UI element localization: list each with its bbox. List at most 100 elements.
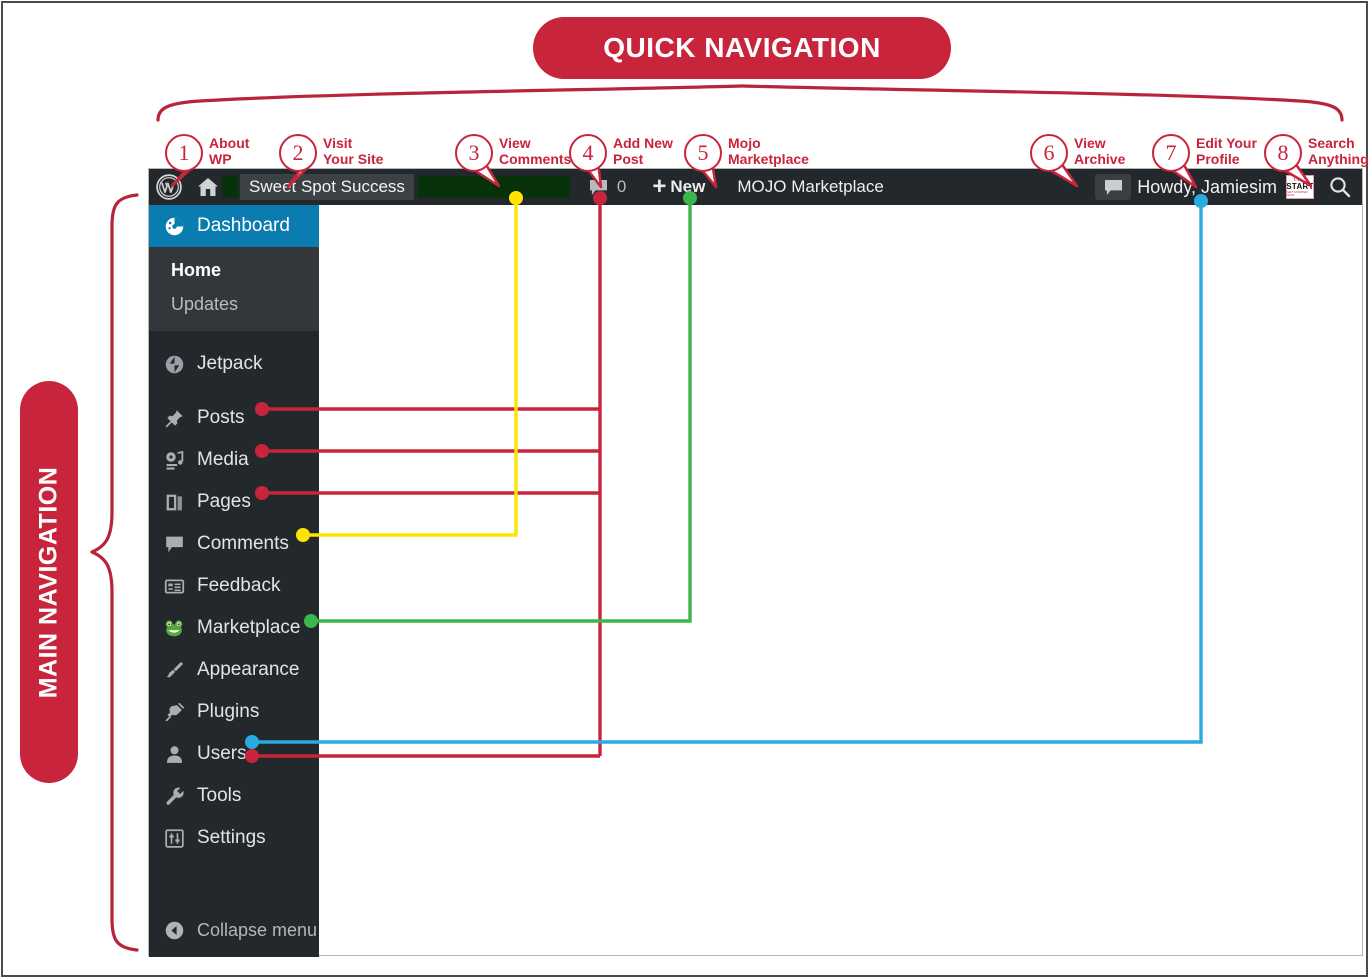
collapse-arrow-icon <box>161 920 187 941</box>
user-icon <box>161 744 187 765</box>
submenu-item-label: Home <box>171 259 222 280</box>
callout-5-mojo-marketplace[interactable]: 5 Mojo Marketplace <box>684 134 809 172</box>
callout-label-line1: View <box>499 135 531 151</box>
sidebar-item-media[interactable]: Media <box>149 439 319 481</box>
callout-4-add-new-post[interactable]: 4 Add New Post <box>569 134 673 172</box>
search-icon[interactable] <box>1328 175 1352 199</box>
callout-label-line1: View <box>1074 135 1106 151</box>
callout-number: 4 <box>569 134 607 172</box>
sidebar-item-appearance[interactable]: Appearance <box>149 649 319 691</box>
new-label: New <box>670 177 706 196</box>
view-comments-button[interactable]: 0 <box>582 169 633 205</box>
callout-label-line1: Add New <box>613 135 673 151</box>
media-icon <box>161 450 187 471</box>
callout-8-search-anything[interactable]: 8 Search Anything <box>1264 134 1369 172</box>
callout-label: Visit Your Site <box>323 135 384 167</box>
sidebar-item-jetpack[interactable]: Jetpack <box>149 343 319 385</box>
callout-1-about-wp[interactable]: 1 About WP <box>165 134 249 172</box>
sidebar-item-dashboard[interactable]: Dashboard <box>149 205 319 247</box>
callout-label-line1: About <box>209 135 250 151</box>
submenu-item-updates[interactable]: Updates <box>149 287 319 321</box>
mojo-marketplace-label: MOJO Marketplace <box>737 177 884 196</box>
click-start-logo-icon[interactable]: Click START GET STARTED NOW <box>1286 175 1314 199</box>
sidebar-item-label: Plugins <box>197 701 260 722</box>
comments-count: 0 <box>616 177 627 196</box>
callout-label: View Comments <box>499 135 571 167</box>
sidebar-item-label: Feedback <box>197 575 281 596</box>
main-navigation-sidebar: Dashboard Home Updates Jetpack Posts Med… <box>149 205 319 957</box>
visit-site-button[interactable] <box>189 169 222 205</box>
callout-label: Add New Post <box>613 135 673 167</box>
sidebar-item-posts[interactable]: Posts <box>149 397 319 439</box>
sidebar-item-label: Posts <box>197 407 245 428</box>
sidebar-item-label: Dashboard <box>197 215 290 236</box>
callout-label: Search Anything <box>1308 135 1369 167</box>
paintbrush-icon <box>161 660 187 681</box>
sidebar-item-settings[interactable]: Settings <box>149 817 319 859</box>
feedback-icon <box>161 576 187 597</box>
start-logo-line3: GET STARTED NOW <box>1287 190 1308 197</box>
quick-navigation-label: QUICK NAVIGATION <box>603 32 881 63</box>
pages-icon <box>161 492 187 513</box>
callout-3-view-comments[interactable]: 3 View Comments <box>455 134 571 172</box>
sidebar-item-label: Tools <box>197 785 242 806</box>
callout-2-visit-your-site[interactable]: 2 Visit Your Site <box>279 134 383 172</box>
wordpress-admin-frame: Sweet Spot Success 0 + New MOJO Marketpl… <box>148 168 1363 957</box>
callout-label-line1: Search <box>1308 135 1355 151</box>
main-navigation-label: MAIN NAVIGATION <box>34 466 63 698</box>
dashboard-submenu: Home Updates <box>149 247 319 331</box>
mojo-marketplace-button[interactable]: MOJO Marketplace <box>730 169 890 205</box>
mojo-frog-icon <box>161 617 187 639</box>
sidebar-item-users[interactable]: Users <box>149 733 319 775</box>
view-archive-button[interactable] <box>1095 174 1132 200</box>
admin-bar: Sweet Spot Success 0 + New MOJO Marketpl… <box>149 169 1362 205</box>
sidebar-item-tools[interactable]: Tools <box>149 775 319 817</box>
callout-number: 5 <box>684 134 722 172</box>
sidebar-item-plugins[interactable]: Plugins <box>149 691 319 733</box>
comment-bubble-icon <box>161 534 187 555</box>
main-navigation-banner: MAIN NAVIGATION <box>20 381 78 783</box>
add-new-post-button[interactable]: + New <box>645 169 712 205</box>
callout-number: 1 <box>165 134 203 172</box>
archive-bubble-icon <box>1104 179 1123 196</box>
callout-label-line2: Your Site <box>323 150 384 167</box>
callout-label: Edit Your Profile <box>1196 135 1257 167</box>
wordpress-logo-icon <box>156 174 182 200</box>
callout-label-line2: Post <box>613 150 644 167</box>
sidebar-item-label: Settings <box>197 827 266 848</box>
callout-label-line2: Anything <box>1308 150 1369 167</box>
callout-label-line2: Marketplace <box>728 150 809 167</box>
wrench-icon <box>161 786 187 807</box>
callout-label-line2: WP <box>209 150 232 167</box>
callout-label-line2: Profile <box>1196 150 1240 167</box>
callout-label: View Archive <box>1074 135 1126 167</box>
site-name-label[interactable]: Sweet Spot Success <box>240 174 414 200</box>
callout-label-line1: Visit <box>323 135 353 151</box>
sliders-icon <box>161 828 187 849</box>
callout-6-view-archive[interactable]: 6 View Archive <box>1030 134 1125 172</box>
quick-navigation-banner: QUICK NAVIGATION <box>533 17 951 79</box>
sidebar-item-feedback[interactable]: Feedback <box>149 565 319 607</box>
callout-label: About WP <box>209 135 250 167</box>
collapse-menu-button[interactable]: Collapse menu <box>149 911 319 949</box>
sidebar-item-comments[interactable]: Comments <box>149 523 319 565</box>
site-green-bar <box>417 176 570 198</box>
sidebar-item-label: Media <box>197 449 249 470</box>
about-wp-button[interactable] <box>149 169 189 205</box>
callout-label-line2: Archive <box>1074 150 1126 167</box>
howdy-user-label[interactable]: Howdy, Jamiesim <box>1137 177 1277 198</box>
sidebar-item-marketplace[interactable]: Marketplace <box>149 607 319 649</box>
sidebar-item-pages[interactable]: Pages <box>149 481 319 523</box>
callout-number: 8 <box>1264 134 1302 172</box>
plus-icon: + <box>652 173 667 200</box>
callout-7-edit-your-profile[interactable]: 7 Edit Your Profile <box>1152 134 1257 172</box>
submenu-item-label: Updates <box>171 293 239 314</box>
callout-label-line1: Edit Your <box>1196 135 1257 151</box>
dashboard-icon <box>161 216 187 237</box>
home-icon <box>196 175 220 199</box>
callout-number: 3 <box>455 134 493 172</box>
submenu-item-home[interactable]: Home <box>149 253 319 287</box>
sidebar-item-label: Comments <box>197 533 289 554</box>
